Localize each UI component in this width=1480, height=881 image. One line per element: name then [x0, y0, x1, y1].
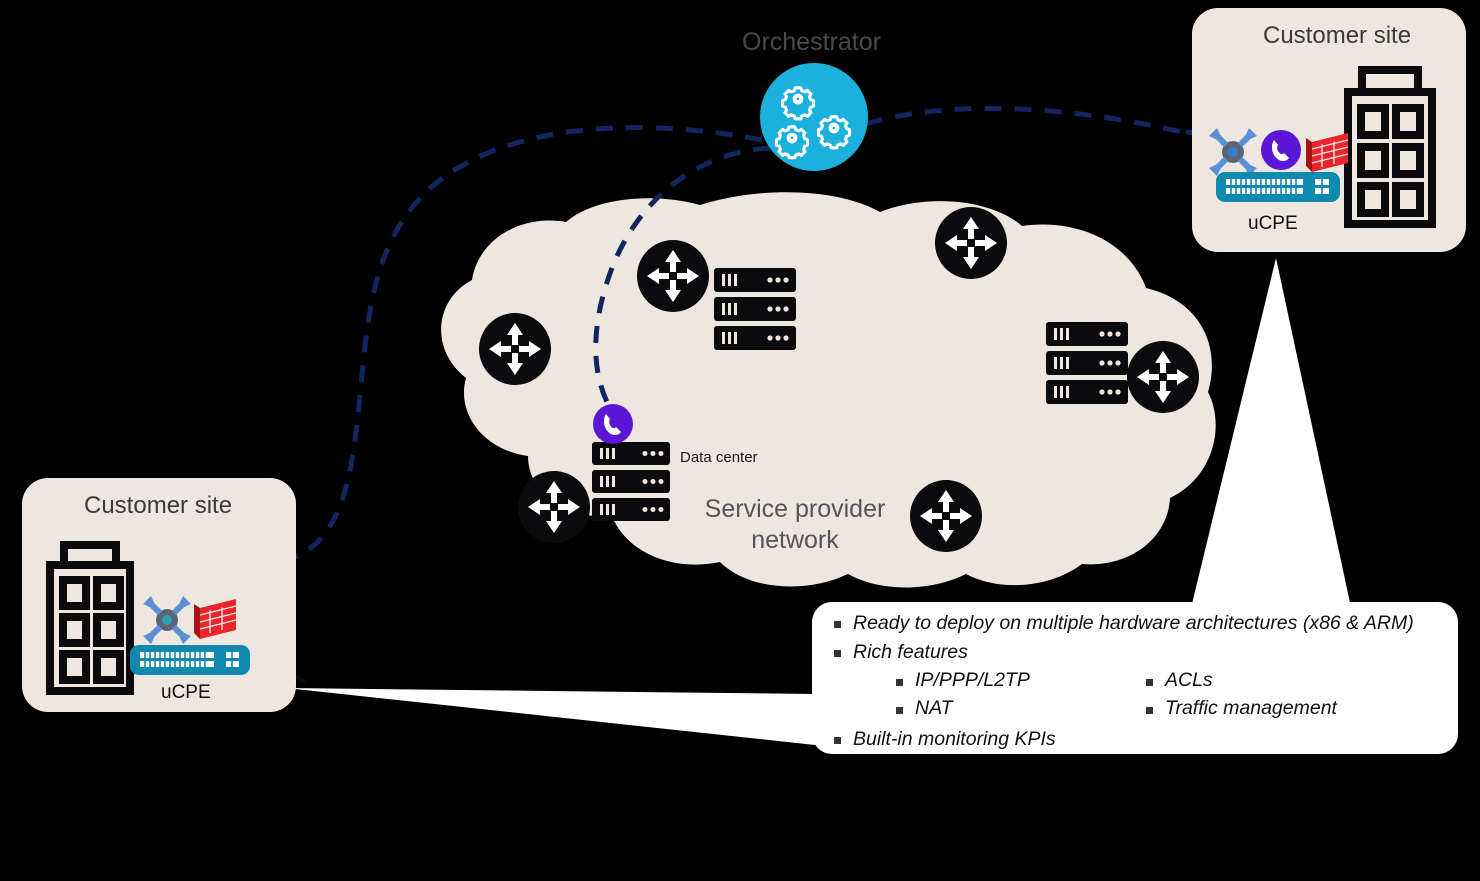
orchestrator-node[interactable] [760, 63, 868, 171]
phone-icon-datacenter [593, 404, 633, 444]
phone-icon-tr [1261, 130, 1301, 170]
callout-sub-left-0-text: IP/PPP/L2TP [915, 669, 1030, 691]
bullet-square-icon [1146, 706, 1153, 714]
server-stack-datacenter [592, 442, 670, 521]
router-right [1127, 341, 1199, 413]
link-orchestrator-to-site-tr [865, 105, 1183, 135]
callout-item-0: Ready to deploy on multiple hardware arc… [834, 612, 1440, 634]
callout-sub-left-1-text: NAT [915, 696, 953, 719]
callout-item-1: Rich features [834, 640, 1440, 663]
callout-sub-left-0: IP/PPP/L2TP [896, 669, 1124, 691]
callout-sub-left-1: NAT [896, 696, 1124, 719]
bullet-square-icon [834, 649, 841, 657]
callout-item-last: Built-in monitoring KPIs [834, 728, 1440, 750]
bullet-square-icon [896, 706, 903, 714]
callout-pointer-left [286, 688, 815, 745]
bullet-square-icon [896, 679, 903, 686]
building-icon-bl [46, 541, 134, 695]
server-stack-right [1046, 322, 1128, 404]
callout-sub-right-1: Traffic management [1146, 696, 1404, 719]
callout-subcolumn-right: ACLs Traffic management [1124, 669, 1404, 726]
diagram-canvas: Orchestrator Customer site uCPE Customer… [0, 0, 1480, 881]
callout-sub-right-0-text: ACLs [1165, 669, 1213, 691]
bullet-square-icon [834, 737, 841, 744]
router-left [479, 313, 551, 385]
callout-item-0-text: Ready to deploy on multiple hardware arc… [853, 612, 1414, 634]
callout-item-last-text: Built-in monitoring KPIs [853, 728, 1056, 750]
router-bottom-right [910, 480, 982, 552]
router-top-left [637, 240, 709, 312]
router-top-right [935, 207, 1007, 279]
server-stack-top [714, 268, 796, 350]
router-bottom-left [518, 471, 590, 543]
callout-sub-right-0: ACLs [1146, 669, 1404, 691]
features-callout: Ready to deploy on multiple hardware arc… [812, 602, 1458, 754]
ucpe-appliance-tr [1216, 172, 1340, 202]
ucpe-appliance-bl [130, 645, 250, 675]
bullet-square-icon [834, 621, 841, 628]
callout-subcolumns: IP/PPP/L2TP NAT ACLs Traffic management [834, 669, 1440, 726]
callout-subcolumn-left: IP/PPP/L2TP NAT [834, 669, 1124, 726]
callout-sub-right-1-text: Traffic management [1165, 696, 1337, 719]
bullet-square-icon [1146, 679, 1153, 686]
callout-item-1-text: Rich features [853, 640, 968, 663]
site-top-right-box [1192, 8, 1466, 252]
